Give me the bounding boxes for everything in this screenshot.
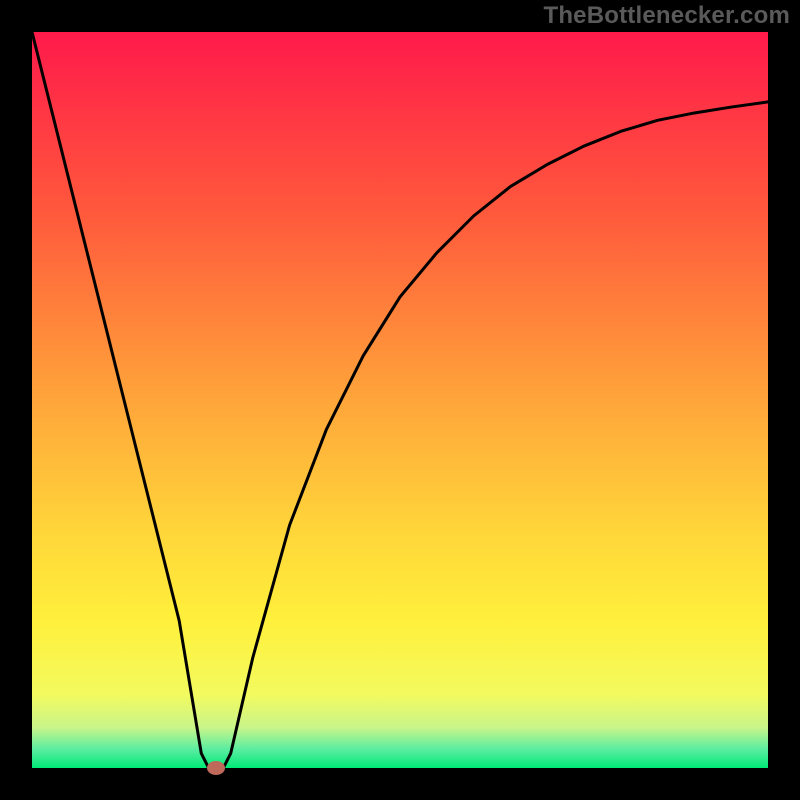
- optimal-point-marker: [207, 761, 225, 775]
- chart-container: { "watermark": "TheBottlenecker.com", "c…: [0, 0, 800, 800]
- plot-area: [32, 32, 768, 768]
- watermark-text: TheBottlenecker.com: [543, 2, 790, 30]
- bottleneck-chart: [0, 0, 800, 800]
